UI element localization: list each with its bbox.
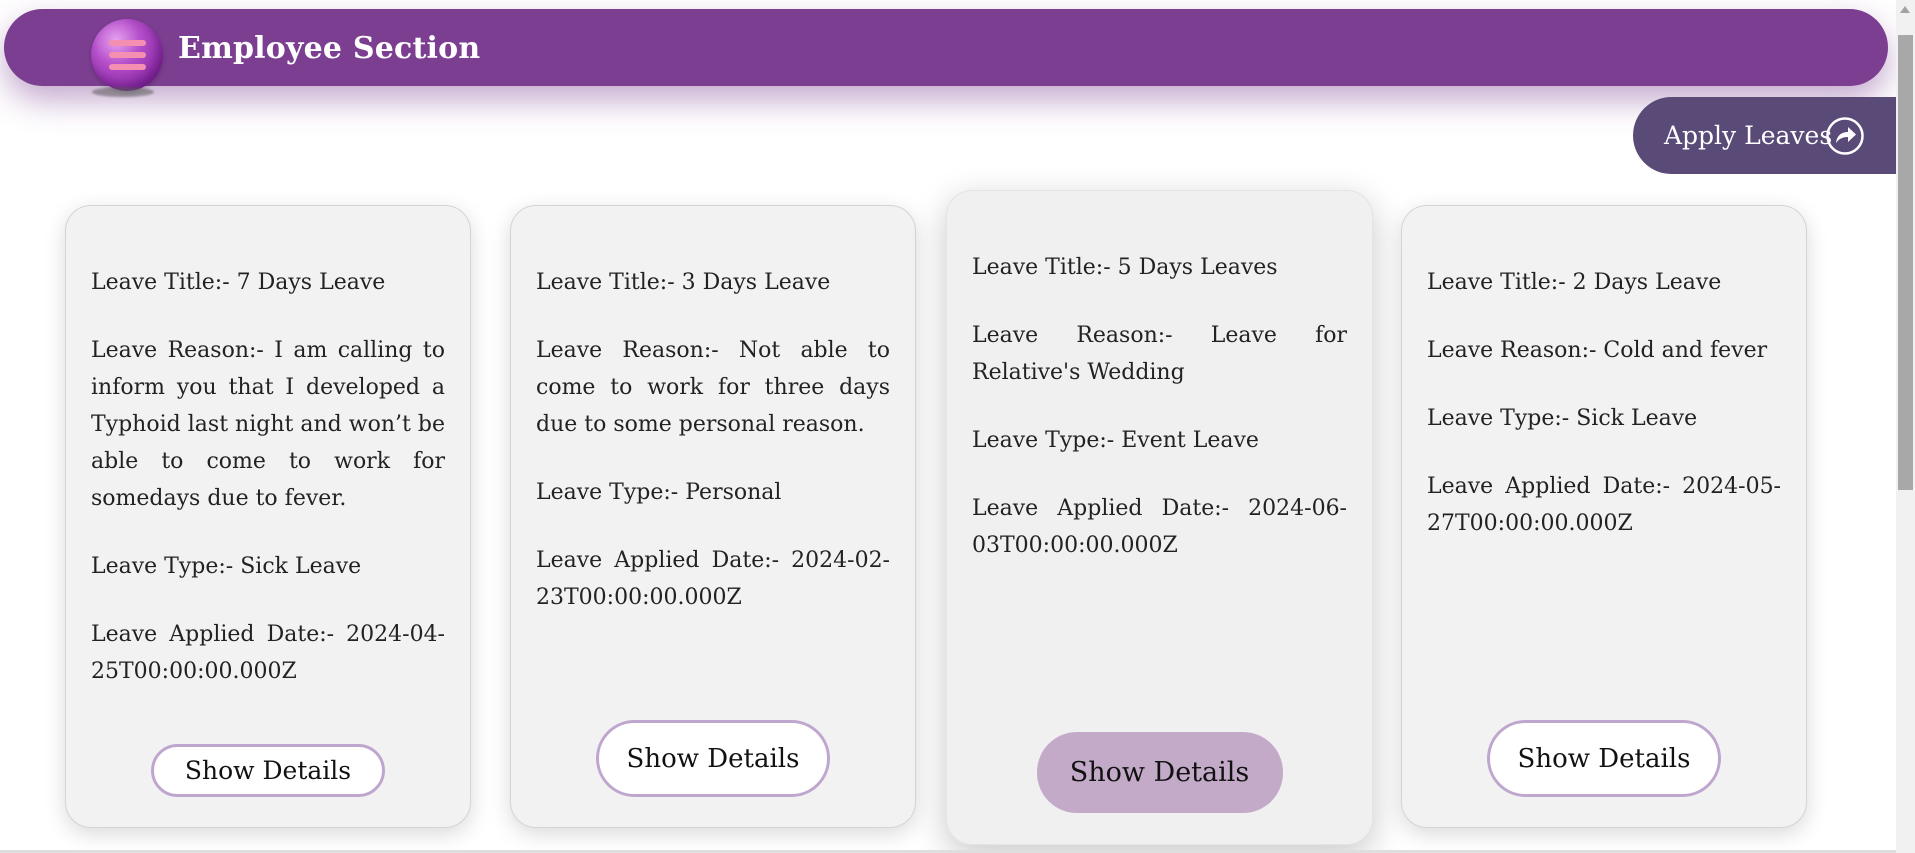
leave-title: Leave Title:- 2 Days Leave [1427, 270, 1722, 295]
apply-leaves-button[interactable]: Apply Leaves [1633, 97, 1915, 174]
page-title: Employee Section [178, 31, 481, 66]
show-details-button[interactable]: Show Details [151, 744, 385, 797]
leave-card-hovered: Leave Title:- 5 Days Leaves Leave Reason… [946, 190, 1373, 845]
share-arrow-icon [1826, 117, 1864, 155]
leave-applied-date: Leave Applied Date:- 2024-04-25T00:00:00… [91, 622, 445, 684]
menu-bar-line [109, 52, 146, 58]
leave-applied-date: Leave Applied Date:- 2024-05-27T00:00:00… [1427, 474, 1781, 536]
scroll-up-arrow-icon[interactable] [1900, 6, 1910, 13]
leave-reason: Leave Reason:- I am calling to inform yo… [91, 338, 445, 511]
header-bar: Employee Section [4, 9, 1888, 91]
apply-leaves-label: Apply Leaves [1664, 121, 1833, 150]
leave-title: Leave Title:- 3 Days Leave [536, 270, 831, 295]
leave-applied-date: Leave Applied Date:- 2024-06-03T00:00:00… [972, 496, 1347, 558]
show-details-button[interactable]: Show Details [1036, 732, 1283, 813]
page: Employee Section Apply Leaves Leave Titl… [0, 0, 1915, 853]
leave-card: Leave Title:- 7 Days Leave Leave Reason:… [65, 205, 471, 828]
menu-bar-line [109, 64, 146, 70]
leave-title: Leave Title:- 7 Days Leave [91, 270, 386, 295]
leave-applied-date: Leave Applied Date:- 2024-02-23T00:00:00… [536, 548, 890, 610]
leave-card: Leave Title:- 2 Days Leave Leave Reason:… [1401, 205, 1807, 828]
leave-type: Leave Type:- Event Leave [972, 428, 1259, 453]
leave-title: Leave Title:- 5 Days Leaves [972, 255, 1278, 280]
leave-type: Leave Type:- Personal [536, 480, 782, 505]
scrollbar-thumb[interactable] [1898, 35, 1913, 490]
show-details-button[interactable]: Show Details [596, 720, 830, 797]
leave-reason: Leave Reason:- Cold and fever [1427, 338, 1768, 363]
leave-type: Leave Type:- Sick Leave [91, 554, 362, 579]
menu-bar-line [109, 40, 146, 46]
hamburger-menu-icon[interactable] [91, 19, 163, 91]
leave-reason: Leave Reason:- Not able to come to work … [536, 338, 890, 437]
leave-card: Leave Title:- 3 Days Leave Leave Reason:… [510, 205, 916, 828]
leave-type: Leave Type:- Sick Leave [1427, 406, 1698, 431]
menu-button-shadow [92, 87, 154, 97]
leave-reason: Leave Reason:- Leave for Relative's Wedd… [972, 323, 1347, 385]
show-details-button[interactable]: Show Details [1487, 720, 1721, 797]
